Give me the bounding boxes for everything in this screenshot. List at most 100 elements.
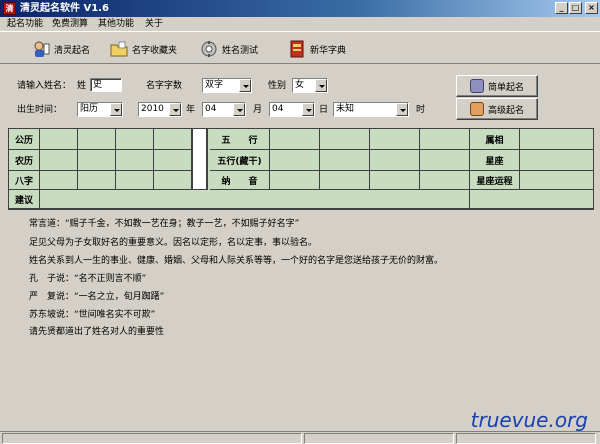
quote-line-5: 严 复说：“一名之立，旬月踟躇” bbox=[29, 292, 165, 302]
day-unit: 日 bbox=[319, 105, 329, 115]
menu-about[interactable]: 关于 bbox=[145, 18, 163, 30]
grid-cell bbox=[270, 150, 320, 171]
day-value: 04 bbox=[272, 104, 284, 114]
advice-cell bbox=[40, 190, 470, 209]
five-elements-label: 五 行 bbox=[210, 129, 270, 150]
menu-free-calc[interactable]: 免费测算 bbox=[52, 18, 88, 30]
toolbar-naming-button[interactable]: 清灵起名 bbox=[32, 38, 90, 60]
book-icon bbox=[288, 40, 306, 58]
quote-line-1: 常言道：“赐子千金，不如教一艺在身；教子一艺，不如赐子好名字” bbox=[29, 219, 300, 229]
status-panel bbox=[456, 433, 596, 444]
close-button[interactable]: × bbox=[585, 2, 598, 14]
grid-cell bbox=[420, 129, 470, 150]
toolbar: 清灵起名 名字收藏夹 姓名测试 新华字典 bbox=[0, 31, 600, 64]
surname-input[interactable]: 史 bbox=[90, 78, 122, 92]
advanced-naming-button[interactable]: 高级起名 bbox=[456, 98, 538, 120]
chevron-down-icon[interactable] bbox=[396, 103, 408, 116]
watermark: truevue.org bbox=[470, 408, 588, 432]
title-bar[interactable]: 清 清灵起名软件 V1.6 _ □ × bbox=[0, 0, 600, 17]
gender-select[interactable]: 女 bbox=[292, 78, 328, 93]
constellation-fortune-label: 星座运程 bbox=[470, 171, 520, 190]
day-select[interactable]: 04 bbox=[269, 102, 315, 117]
calendar-value: 阳历 bbox=[80, 104, 99, 114]
gear-icon bbox=[200, 40, 218, 58]
calendar-select[interactable]: 阳历 bbox=[77, 102, 123, 117]
simple-naming-label: 简单起名 bbox=[487, 82, 524, 93]
simple-naming-button[interactable]: 简单起名 bbox=[456, 75, 538, 97]
menu-bar: 起名功能 免费测算 其他功能 关于 bbox=[0, 17, 600, 31]
toolbar-favorites-label: 名字收藏夹 bbox=[132, 45, 178, 56]
hour-value: 未知 bbox=[336, 104, 355, 114]
quote-line-7: 请先贤都道出了姓名对人的重要性 bbox=[29, 327, 165, 337]
row-label-advice: 建议 bbox=[9, 190, 40, 209]
grid-cell bbox=[40, 150, 78, 171]
maximize-button[interactable]: □ bbox=[569, 2, 582, 14]
grid-cell bbox=[154, 171, 192, 190]
grid-cell bbox=[470, 190, 593, 209]
grid-cell bbox=[320, 150, 370, 171]
grid-cell bbox=[270, 129, 320, 150]
status-panel bbox=[304, 433, 454, 444]
advanced-naming-label: 高级起名 bbox=[487, 105, 524, 116]
name-icon bbox=[32, 40, 50, 58]
toolbar-favorites-button[interactable]: 名字收藏夹 bbox=[110, 38, 177, 60]
grid-cell bbox=[420, 171, 470, 190]
toolbar-name-test-button[interactable]: 姓名测试 bbox=[200, 38, 258, 60]
char-count-label: 名字字数 bbox=[146, 81, 183, 91]
year-value: 2010 bbox=[141, 104, 164, 114]
grid-cell bbox=[40, 129, 78, 150]
grid-cell bbox=[78, 171, 116, 190]
char-count-value: 双字 bbox=[205, 80, 224, 90]
quote-line-3: 姓名关系到人一生的事业、健康、婚姻、父母和人际关系等等，一个好的名字是您送给孩子… bbox=[29, 256, 444, 266]
toolbar-dictionary-label: 新华字典 bbox=[310, 45, 347, 56]
hour-unit: 时 bbox=[416, 105, 426, 115]
app-icon: 清 bbox=[3, 2, 16, 15]
grid-cell bbox=[320, 129, 370, 150]
five-elements-hidden-label: 五行(藏干) bbox=[210, 150, 270, 171]
chevron-down-icon[interactable] bbox=[233, 103, 245, 116]
grid-cell bbox=[370, 171, 420, 190]
quote-line-6: 苏东坡说：“世间唯名实不可欺” bbox=[29, 310, 156, 320]
user-icon bbox=[469, 102, 484, 116]
menu-naming[interactable]: 起名功能 bbox=[7, 18, 43, 30]
gender-value: 女 bbox=[295, 80, 305, 90]
window-title: 清灵起名软件 V1.6 bbox=[20, 3, 109, 14]
status-bar bbox=[0, 431, 600, 444]
birth-label: 出生时间： bbox=[17, 105, 63, 115]
row-label-bazi: 八字 bbox=[9, 171, 40, 190]
user-icon bbox=[469, 79, 484, 93]
row-label-solar: 公历 bbox=[9, 129, 40, 150]
grid-cell bbox=[116, 129, 154, 150]
row-label-lunar: 农历 bbox=[9, 150, 40, 171]
grid-cell bbox=[154, 150, 192, 171]
status-panel bbox=[2, 433, 302, 444]
grid-cell bbox=[370, 129, 420, 150]
menu-other[interactable]: 其他功能 bbox=[98, 18, 134, 30]
chevron-down-icon[interactable] bbox=[169, 103, 181, 116]
toolbar-dictionary-button[interactable]: 新华字典 bbox=[288, 38, 346, 60]
chevron-down-icon[interactable] bbox=[110, 103, 122, 116]
nayin-label: 纳 音 bbox=[210, 171, 270, 190]
surname-prefix: 姓 bbox=[77, 81, 87, 91]
minimize-button[interactable]: _ bbox=[555, 2, 568, 14]
grid-cell bbox=[154, 129, 192, 150]
grid-cell bbox=[520, 150, 593, 171]
grid-cell bbox=[520, 171, 593, 190]
grid-cell bbox=[270, 171, 320, 190]
toolbar-naming-label: 清灵起名 bbox=[54, 45, 91, 56]
result-grid: 公历 农历 八字 建议 五 行 五行(藏干) 纳 音 属相 星座 星座运程 bbox=[8, 128, 594, 210]
grid-spacer bbox=[192, 129, 208, 190]
year-select[interactable]: 2010 bbox=[138, 102, 182, 117]
toolbar-name-test-label: 姓名测试 bbox=[222, 45, 259, 56]
grid-cell bbox=[320, 171, 370, 190]
grid-cell bbox=[116, 150, 154, 171]
chevron-down-icon[interactable] bbox=[239, 79, 251, 92]
month-select[interactable]: 04 bbox=[202, 102, 246, 117]
chevron-down-icon[interactable] bbox=[315, 79, 327, 92]
char-count-select[interactable]: 双字 bbox=[202, 78, 252, 93]
chevron-down-icon[interactable] bbox=[302, 103, 314, 116]
year-unit: 年 bbox=[186, 105, 196, 115]
month-unit: 月 bbox=[253, 105, 263, 115]
hour-select[interactable]: 未知 bbox=[333, 102, 409, 117]
grid-cell bbox=[78, 150, 116, 171]
